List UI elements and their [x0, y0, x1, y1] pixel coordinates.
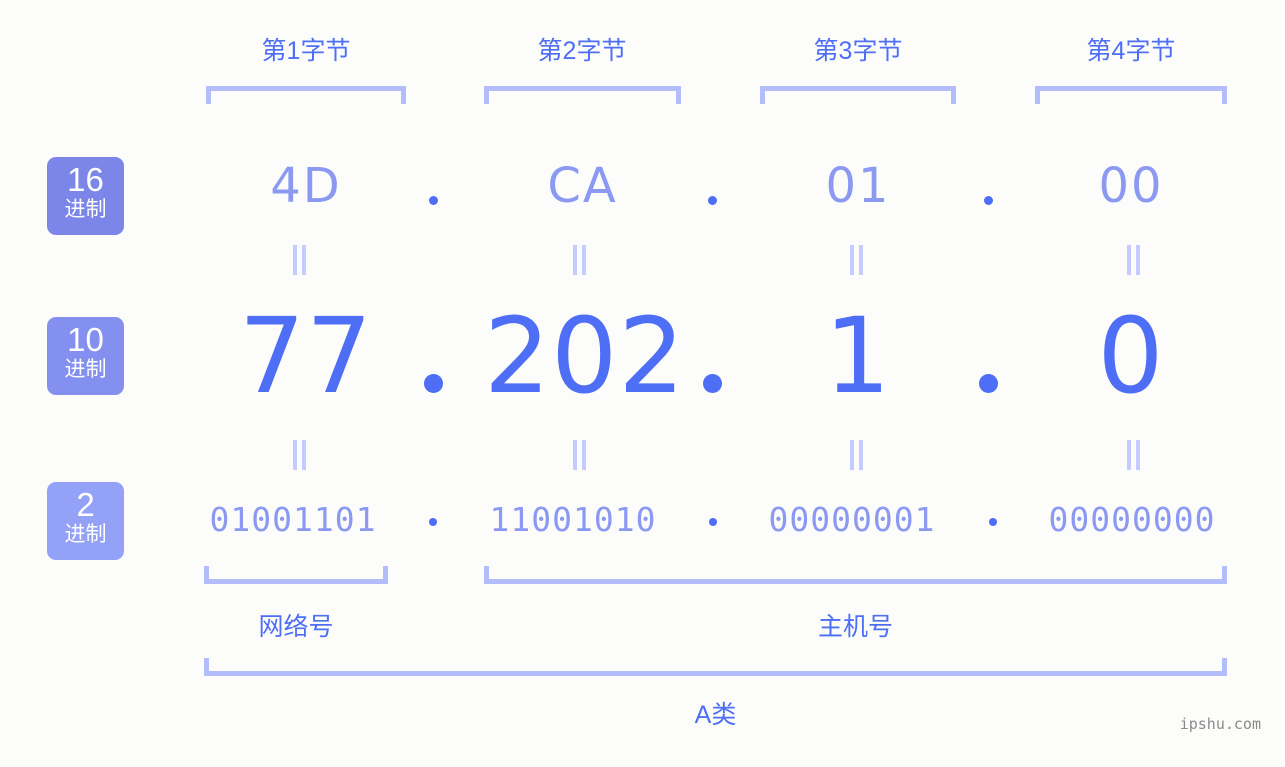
equals-mark-dec-bin-4 — [1126, 440, 1142, 470]
decimal-separator-dot-1 — [424, 374, 443, 393]
network-bracket — [204, 566, 388, 584]
equals-mark-hex-dec-1 — [292, 245, 308, 275]
hex-separator-dot-2 — [708, 196, 717, 205]
site-watermark: ipshu.com — [1179, 715, 1261, 733]
decimal-byte-2: 202 — [484, 295, 686, 417]
equals-mark-dec-bin-2 — [572, 440, 588, 470]
base-badge-decimal-suffix: 进制 — [64, 358, 107, 381]
equals-mark-dec-bin-3 — [849, 440, 865, 470]
binary-byte-2: 11001010 — [489, 500, 657, 539]
binary-byte-3: 00000001 — [768, 500, 936, 539]
byte-header-4: 第4字节 — [1086, 37, 1176, 65]
host-label: 主机号 — [817, 613, 893, 641]
base-badge-hex-number: 16 — [67, 161, 104, 198]
equals-mark-hex-dec-4 — [1126, 245, 1142, 275]
address-class-label: A类 — [694, 701, 737, 729]
ip-breakdown-diagram: 第1字节 第2字节 第3字节 第4字节 16 进制 4D CA 01 00 10… — [0, 0, 1285, 767]
base-badge-binary-suffix: 进制 — [64, 523, 107, 546]
byte-bracket-4 — [1035, 86, 1227, 104]
hex-byte-1: 4D — [270, 158, 342, 214]
hex-byte-3: 01 — [825, 158, 891, 214]
decimal-byte-3: 1 — [824, 295, 892, 417]
byte-header-2: 第2字节 — [537, 37, 627, 65]
hex-separator-dot-1 — [429, 196, 438, 205]
decimal-byte-4: 0 — [1097, 295, 1165, 417]
base-badge-binary-number: 2 — [76, 486, 95, 523]
hex-byte-4: 00 — [1098, 158, 1164, 214]
decimal-byte-1: 77 — [238, 295, 374, 417]
binary-byte-4: 00000000 — [1048, 500, 1216, 539]
address-class-bracket — [204, 658, 1227, 676]
byte-bracket-1 — [206, 86, 406, 104]
base-badge-decimal: 10 进制 — [47, 317, 124, 395]
equals-mark-dec-bin-1 — [292, 440, 308, 470]
base-badge-decimal-number: 10 — [67, 321, 104, 358]
hex-separator-dot-3 — [984, 196, 993, 205]
hex-byte-2: CA — [547, 158, 618, 214]
binary-byte-1: 01001101 — [209, 500, 377, 539]
byte-header-1: 第1字节 — [261, 37, 351, 65]
byte-bracket-3 — [760, 86, 956, 104]
equals-mark-hex-dec-2 — [572, 245, 588, 275]
network-label: 网络号 — [258, 613, 334, 641]
host-bracket — [484, 566, 1227, 584]
base-badge-hex: 16 进制 — [47, 157, 124, 235]
equals-mark-hex-dec-3 — [849, 245, 865, 275]
base-badge-binary: 2 进制 — [47, 482, 124, 560]
byte-bracket-2 — [484, 86, 681, 104]
base-badge-hex-suffix: 进制 — [64, 198, 107, 221]
binary-separator-dot-2 — [709, 518, 717, 526]
binary-separator-dot-1 — [429, 518, 437, 526]
decimal-separator-dot-3 — [979, 374, 998, 393]
byte-header-3: 第3字节 — [813, 37, 903, 65]
decimal-separator-dot-2 — [703, 374, 722, 393]
binary-separator-dot-3 — [989, 518, 997, 526]
